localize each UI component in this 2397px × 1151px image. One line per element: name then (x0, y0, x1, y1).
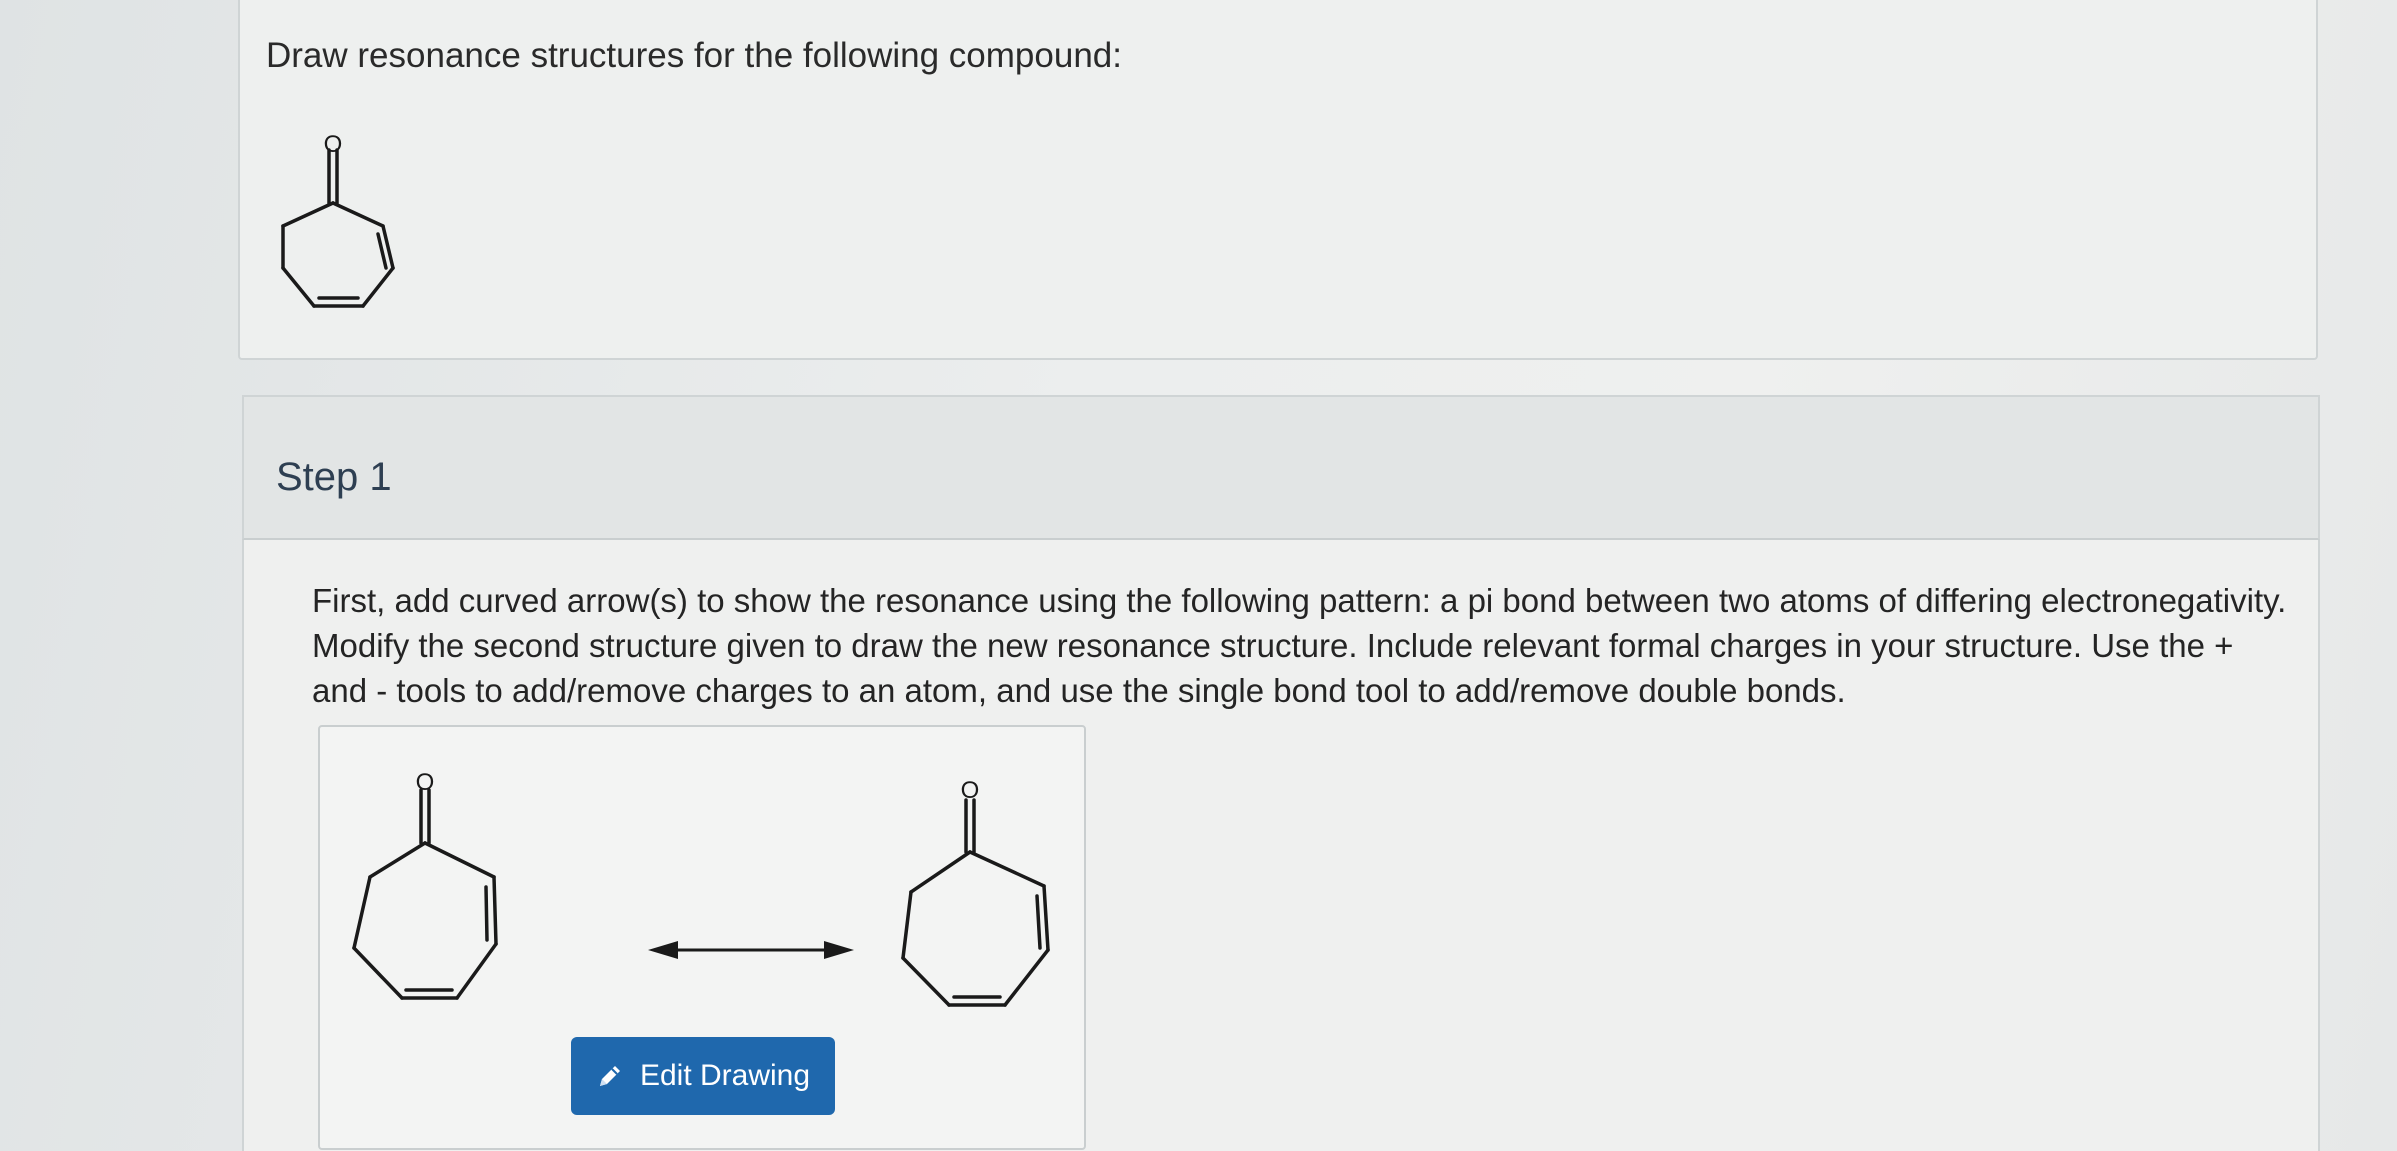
question-molecule: O (281, 131, 395, 308)
step-title: Step 1 (276, 455, 392, 499)
edit-drawing-button[interactable]: Edit Drawing (571, 1037, 835, 1115)
question-molecule-oxygen: O (324, 131, 343, 158)
left-molecule: O (352, 769, 498, 1000)
step-header (242, 395, 2320, 540)
double-headed-resonance-arrow-icon (648, 941, 854, 959)
left-molecule-oxygen: O (416, 769, 435, 796)
pencil-icon (599, 1066, 620, 1086)
step-instructions: First, add curved arrow(s) to show the r… (312, 582, 2287, 709)
right-molecule-oxygen: O (961, 777, 980, 804)
edit-drawing-label: Edit Drawing (639, 1059, 811, 1092)
right-molecule[interactable]: O (890, 770, 1060, 1020)
page: Draw resonance structures for the follow… (0, 0, 2397, 1151)
question-text: Draw resonance structures for the follow… (266, 36, 1122, 75)
